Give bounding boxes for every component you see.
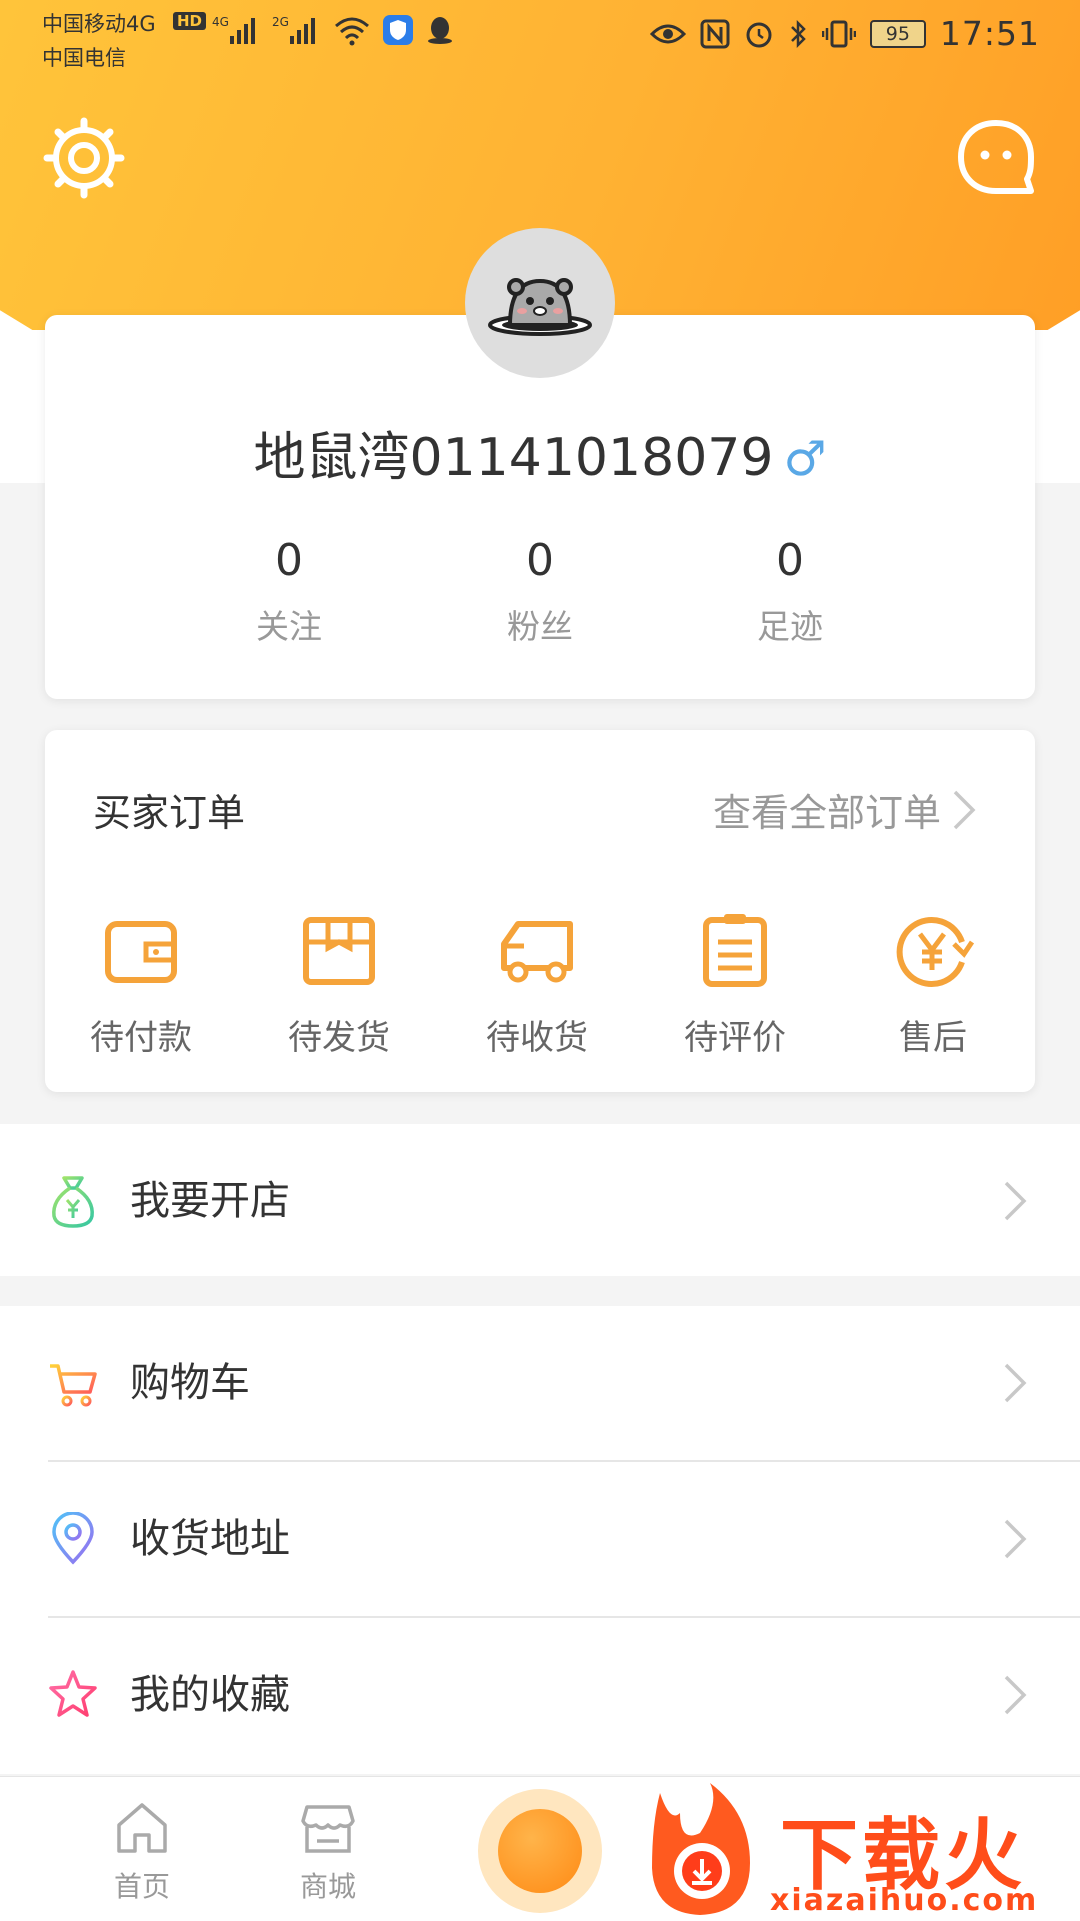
- wallet-icon: [105, 921, 177, 983]
- chevron-right-icon: [1004, 1519, 1027, 1559]
- buyer-orders-card: 买家订单 查看全部订单 待付款 待发货 待收货 待评价 售后: [45, 730, 1035, 1092]
- favorites-row[interactable]: 我的收藏: [0, 1618, 1080, 1772]
- watermark-logo: 下载火 xiazaihuo.com: [640, 1783, 1080, 1921]
- truck-icon: [501, 921, 573, 983]
- carrier-2: 中国电信: [42, 46, 126, 70]
- open-store-label: 我要开店: [130, 1178, 290, 1224]
- address-label: 收货地址: [130, 1516, 290, 1562]
- chevron-right-icon: [1004, 1181, 1027, 1221]
- flame-logo-icon: [652, 1783, 750, 1915]
- star-icon: [49, 1670, 97, 1717]
- svg-text:4G: 4G: [212, 15, 229, 29]
- svg-text:2G: 2G: [272, 15, 289, 29]
- status-right: 95 17:51: [649, 14, 1040, 53]
- package-icon: [303, 917, 375, 985]
- chevron-right-icon: [953, 790, 976, 829]
- watermark-url: xiazaihuo.com: [770, 1883, 1039, 1918]
- avatar[interactable]: [465, 228, 615, 378]
- stat-value: 0: [275, 535, 303, 586]
- bluetooth-icon: [791, 19, 806, 48]
- order-item-label: 待发货: [288, 1018, 390, 1058]
- chevron-right-icon: [1004, 1675, 1027, 1715]
- cart-row[interactable]: 购物车: [0, 1306, 1080, 1460]
- wifi-icon: [335, 17, 369, 46]
- alarm-icon: [746, 22, 772, 47]
- signal-2g-icon: 2G: [272, 15, 315, 44]
- username: 地鼠湾01141018079: [253, 428, 774, 488]
- money-bag-icon: [52, 1176, 94, 1228]
- order-pending-shipment[interactable]: 待发货: [259, 910, 419, 1059]
- view-all-orders-label: 查看全部订单: [712, 791, 941, 835]
- order-item-label: 售后: [899, 1018, 967, 1058]
- yen-refresh-icon: [896, 917, 974, 987]
- chevron-right-icon: [1004, 1363, 1027, 1403]
- stat-footprints[interactable]: 0 足迹: [690, 535, 890, 648]
- tab-mall-label: 商城: [299, 1870, 356, 1903]
- male-gender-icon: ♂: [783, 431, 827, 487]
- favorites-label: 我的收藏: [130, 1672, 290, 1718]
- eye-icon: [649, 24, 686, 43]
- orders-title: 买家订单: [93, 791, 246, 835]
- shopping-cart-icon: [50, 1364, 97, 1407]
- stat-following[interactable]: 0 关注: [189, 535, 389, 648]
- order-after-sales[interactable]: 售后: [853, 910, 1013, 1059]
- vibrate-icon: [821, 20, 856, 47]
- tab-home-label: 首页: [113, 1870, 170, 1903]
- qq-icon: [428, 17, 452, 44]
- mole-avatar-icon: [488, 278, 592, 336]
- order-pending-receipt[interactable]: 待收货: [457, 910, 617, 1059]
- stat-value: 0: [776, 535, 804, 586]
- stat-label: 粉丝: [507, 607, 573, 646]
- stat-label: 足迹: [757, 607, 823, 646]
- open-store-section: 我要开店: [0, 1124, 1080, 1276]
- stat-value: 0: [526, 535, 554, 586]
- stat-followers[interactable]: 0 粉丝: [440, 535, 640, 648]
- address-row[interactable]: 收货地址: [0, 1462, 1080, 1616]
- signal-group: 4G 2G: [212, 14, 456, 46]
- location-pin-icon: [52, 1512, 94, 1565]
- home-icon: [117, 1803, 167, 1853]
- center-action-button[interactable]: [478, 1789, 602, 1913]
- shield-app-icon: [383, 15, 413, 45]
- tab-home[interactable]: 首页: [72, 1799, 212, 1905]
- username-row: 地鼠湾01141018079 ♂: [45, 415, 1035, 490]
- stat-label: 关注: [256, 607, 322, 646]
- settings-icon[interactable]: [43, 117, 125, 199]
- order-item-label: 待评价: [684, 1018, 786, 1058]
- order-status-row: 待付款 待发货 待收货 待评价 售后: [45, 910, 1035, 1070]
- order-pending-review[interactable]: 待评价: [655, 910, 815, 1059]
- nfc-icon: [700, 19, 730, 48]
- center-button-core: [498, 1809, 582, 1893]
- order-item-label: 待收货: [486, 1018, 588, 1058]
- clipboard-icon: [703, 914, 767, 987]
- signal-4g-icon: 4G: [212, 15, 255, 44]
- order-item-label: 待付款: [90, 1018, 192, 1058]
- menu-list: 购物车 收货地址 我的收藏: [0, 1306, 1080, 1774]
- store-icon: [301, 1805, 355, 1853]
- hd-badge: HD: [173, 12, 207, 30]
- order-pending-payment[interactable]: 待付款: [61, 910, 221, 1059]
- status-time: 17:51: [939, 14, 1040, 53]
- message-icon[interactable]: [955, 117, 1037, 199]
- carrier-1: 中国移动4G: [42, 12, 156, 36]
- battery-indicator: 95: [869, 19, 926, 48]
- tab-mall[interactable]: 商城: [258, 1799, 398, 1905]
- cart-label: 购物车: [130, 1360, 250, 1406]
- bottom-tab-bar: 首页 商城 下载火 xiazaihuo.com: [0, 1776, 1080, 1921]
- open-store-row[interactable]: 我要开店: [0, 1124, 1080, 1278]
- view-all-orders-link[interactable]: 查看全部订单: [713, 782, 977, 837]
- status-bar: 中国移动4G HD 中国电信 4G 2G 95 17:51: [0, 0, 1080, 78]
